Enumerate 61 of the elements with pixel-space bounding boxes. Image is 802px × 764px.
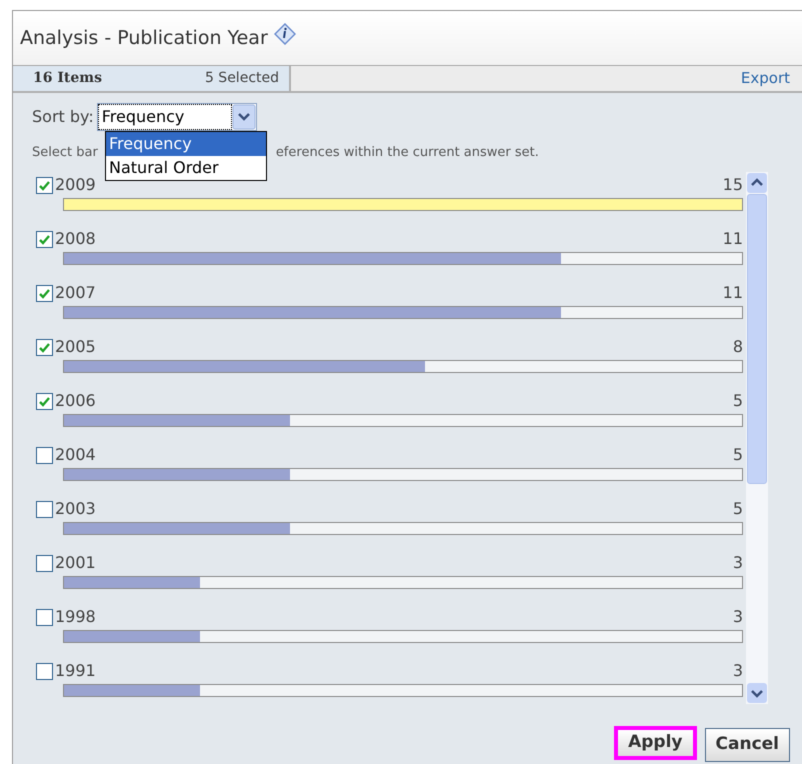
chevron-down-icon[interactable]: [746, 682, 768, 704]
year-label: 2008: [55, 228, 96, 250]
frequency-bar-track[interactable]: [63, 522, 743, 535]
scrollbar[interactable]: [746, 172, 768, 704]
frequency-bar-track[interactable]: [63, 252, 743, 265]
count-label: 3: [732, 606, 743, 628]
sort-option[interactable]: Frequency: [106, 132, 266, 156]
checkbox[interactable]: [36, 662, 53, 680]
frequency-bar-track[interactable]: [63, 684, 743, 697]
checkmark-icon: [38, 232, 51, 246]
count-label: 11: [722, 228, 743, 250]
selected-count: 5 Selected: [204, 68, 279, 88]
year-label: 2004: [55, 444, 96, 466]
count-label: 11: [722, 282, 743, 304]
hint-text: eferences within the current answer set.: [276, 144, 539, 162]
frequency-bar-track[interactable]: [63, 360, 743, 373]
export-link[interactable]: Export: [740, 66, 790, 90]
info-icon[interactable]: [274, 22, 296, 45]
checkmark-icon: [38, 286, 51, 300]
frequency-bar-track[interactable]: [63, 306, 743, 319]
year-label: 2007: [55, 282, 96, 304]
year-label: 2003: [55, 498, 96, 520]
year-label: 1991: [55, 660, 96, 682]
checkbox[interactable]: [36, 230, 53, 248]
hint-text: Select bar: [32, 144, 98, 162]
checkbox[interactable]: [36, 338, 53, 356]
dialog-button[interactable]: Apply: [614, 726, 697, 760]
year-label: 2001: [55, 552, 96, 574]
checkmark-icon: [38, 394, 51, 408]
year-label: 1998: [55, 606, 96, 628]
items-count: 16 Items: [33, 68, 102, 88]
checkbox[interactable]: [36, 284, 53, 302]
checkbox[interactable]: [36, 392, 53, 410]
dialog-button[interactable]: Cancel: [704, 728, 790, 762]
checkmark-icon: [38, 340, 51, 354]
year-label: 2005: [55, 336, 96, 358]
chevron-down-icon[interactable]: [232, 104, 256, 130]
scrollbar-thumb[interactable]: [747, 194, 767, 484]
year-label: 2009: [55, 174, 96, 196]
count-label: 5: [732, 444, 743, 466]
frequency-bar-track[interactable]: [63, 576, 743, 589]
count-label: 15: [722, 174, 743, 196]
frequency-bar-track[interactable]: [63, 630, 743, 643]
checkbox[interactable]: [36, 446, 53, 464]
count-label: 3: [732, 660, 743, 682]
frequency-bar-track[interactable]: [63, 468, 743, 481]
chevron-up-icon[interactable]: [746, 172, 768, 194]
count-label: 8: [732, 336, 743, 358]
checkbox[interactable]: [36, 500, 53, 518]
sort-dropdown[interactable]: Frequency: [96, 102, 257, 130]
count-label: 3: [732, 552, 743, 574]
sort-label: Sort by:: [32, 106, 94, 128]
window-title: Analysis - Publication Year: [20, 26, 268, 51]
year-label: 2006: [55, 390, 96, 412]
checkbox[interactable]: [36, 554, 53, 572]
count-label: 5: [732, 390, 743, 412]
count-label: 5: [732, 498, 743, 520]
checkbox[interactable]: [36, 608, 53, 626]
frequency-bar-track[interactable]: [63, 414, 743, 427]
checkbox[interactable]: [36, 176, 53, 194]
checkmark-icon: [38, 178, 51, 192]
